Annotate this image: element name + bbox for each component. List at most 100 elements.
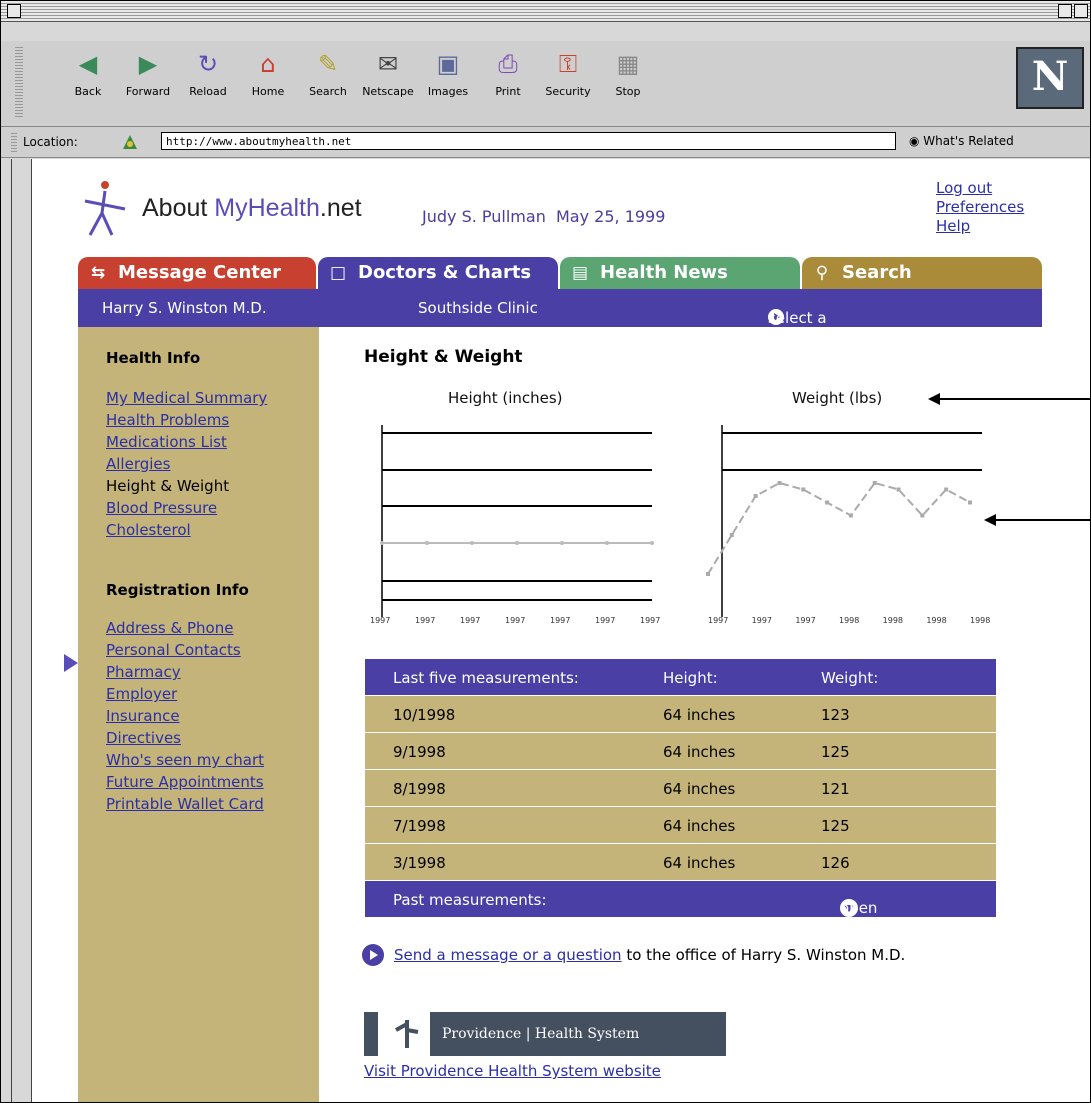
- x-tick-label: 1997: [595, 616, 615, 625]
- reload-icon: ↻: [197, 50, 219, 78]
- reg-address-phone[interactable]: Address & Phone: [106, 617, 264, 639]
- related-label: What's Related: [923, 134, 1014, 148]
- current-date: May 25, 1999: [556, 207, 666, 226]
- table-row: 10/1998 64 inches 123: [365, 696, 996, 733]
- netscape-logo[interactable]: N: [1016, 47, 1084, 109]
- height-point: [605, 541, 609, 545]
- health-allergies[interactable]: Allergies: [106, 453, 267, 475]
- toolbar-button-back[interactable]: ◀ Back: [57, 49, 119, 98]
- netscape-icon: ✉: [377, 50, 399, 78]
- home-icon: ⌂: [260, 50, 276, 78]
- send-message-link[interactable]: Send a message or a question: [394, 946, 622, 964]
- table-row: 7/1998 64 inches 125: [365, 807, 996, 844]
- back-icon: ◀: [78, 50, 98, 78]
- site-title-myhealth: MyHealth: [214, 194, 320, 222]
- zoom-box[interactable]: [1058, 4, 1072, 18]
- health-health-problems[interactable]: Health Problems: [106, 409, 267, 431]
- reg-employer[interactable]: Employer: [106, 683, 264, 705]
- location-grip[interactable]: [11, 133, 17, 153]
- collapse-box[interactable]: [1074, 4, 1088, 18]
- registration-info-list: Address & Phone Personal Contacts Pharmacy…: [106, 617, 264, 815]
- user-info: Judy S. Pullman May 25, 1999: [422, 207, 665, 226]
- close-box[interactable]: [7, 4, 21, 18]
- table-cell: 125: [821, 817, 850, 835]
- health-info-heading: Health Info: [106, 349, 201, 367]
- toolbar-button-forward[interactable]: ▶ Forward: [117, 49, 179, 98]
- news-icon: ▤: [571, 263, 589, 283]
- toolbar-button-home[interactable]: ⌂ Home: [237, 49, 299, 98]
- toolbar-button-print[interactable]: ⎙ Print: [477, 49, 539, 98]
- toolbar-button-reload[interactable]: ↻ Reload: [177, 49, 239, 98]
- health-height-weight[interactable]: Height & Weight: [106, 475, 267, 497]
- height-point: [425, 541, 429, 545]
- toolbar-button-search[interactable]: ✎ Search: [297, 49, 359, 98]
- reg-future-appointments[interactable]: Future Appointments: [106, 771, 264, 793]
- reg-insurance[interactable]: Insurance: [106, 705, 264, 727]
- reg-directives[interactable]: Directives: [106, 727, 264, 749]
- url-field[interactable]: http://www.aboutmyhealth.net: [161, 132, 896, 150]
- registration-info-heading: Registration Info: [106, 581, 249, 599]
- reg-pharmacy[interactable]: Pharmacy: [106, 661, 264, 683]
- providence-brand: Providence | Health System: [430, 1012, 726, 1056]
- table-header: Last five measurements: Height: Weight:: [365, 659, 996, 696]
- table-cell: 64 inches: [663, 854, 736, 872]
- related-icon: ◉: [909, 134, 924, 148]
- frame-scroll-rail: [11, 159, 30, 1102]
- send-message-rest: to the office of Harry S. Winston M.D.: [626, 946, 906, 964]
- weight-point: [944, 487, 949, 492]
- table-cell: 10/1998: [393, 706, 456, 724]
- measurements-table: Last five measurements: Height: Weight: …: [365, 659, 996, 953]
- health-medications-list[interactable]: Medications List: [106, 431, 267, 453]
- table-cell: 64 inches: [663, 706, 736, 724]
- tab-message-center[interactable]: ⇆ Message Center: [78, 257, 316, 289]
- toolbar-button-label: Reload: [189, 85, 227, 98]
- table-cell: 64 inches: [663, 817, 736, 835]
- x-tick-label: 1997: [708, 616, 728, 625]
- reg-personal-contacts[interactable]: Personal Contacts: [106, 639, 264, 661]
- weight-point: [729, 533, 734, 537]
- bookmark-icon[interactable]: [121, 133, 139, 151]
- reg-who-s-seen-my-chart[interactable]: Who's seen my chart: [106, 749, 264, 771]
- providence-banner[interactable]: Providence | Health System: [364, 1012, 726, 1056]
- title-bar[interactable]: [1, 1, 1090, 22]
- weight-point: [801, 487, 806, 492]
- toolbar-button-stop[interactable]: ▦ Stop: [597, 49, 659, 98]
- page-title: Height & Weight: [364, 347, 523, 367]
- providence-link[interactable]: Visit Providence Health System website: [364, 1062, 661, 1080]
- send-message-line: Send a message or a question to the offi…: [362, 944, 905, 966]
- arrow-right-icon: [362, 944, 384, 966]
- location-bar: Location: http://www.aboutmyhealth.net ◉…: [1, 127, 1090, 158]
- logout-link[interactable]: Log out: [936, 179, 1024, 198]
- browser-window: ◀ Back ▶ Forward ↻ Reload ⌂ Home ✎ Search ✉ Netscap…: [0, 0, 1091, 1103]
- col-header-weight: Weight:: [821, 669, 879, 687]
- tab-health-news[interactable]: ▤ Health News: [560, 257, 800, 289]
- height-point: [650, 541, 654, 545]
- health-my-medical-summary[interactable]: My Medical Summary: [106, 387, 267, 409]
- whats-related-button[interactable]: ◉ What's Related: [909, 134, 1014, 148]
- providence-logo-icon: [395, 1020, 419, 1048]
- height-point: [560, 541, 564, 545]
- site-title[interactable]: About MyHealth.net: [142, 194, 362, 223]
- x-tick-label: 1998: [883, 616, 903, 625]
- window-controls: [1058, 4, 1088, 18]
- user-name: Judy S. Pullman: [422, 207, 546, 226]
- toolbar-grip[interactable]: [15, 47, 23, 117]
- toolbar-button-security[interactable]: ⚿ Security: [537, 49, 599, 98]
- preferences-link[interactable]: Preferences: [936, 198, 1024, 217]
- weight-point: [920, 513, 925, 518]
- aboutmyhealth-logo-icon: [84, 181, 126, 236]
- tab-label: Message Center: [118, 262, 281, 283]
- location-label: Location:: [23, 135, 78, 149]
- images-icon: ▣: [436, 50, 460, 78]
- reg-printable-wallet-card[interactable]: Printable Wallet Card: [106, 793, 264, 815]
- table-cell: 64 inches: [663, 743, 736, 761]
- health-blood-pressure[interactable]: Blood Pressure: [106, 497, 267, 519]
- toolbar-button-netscape[interactable]: ✉ Netscape: [357, 49, 419, 98]
- help-link[interactable]: Help: [936, 217, 1024, 236]
- tab-doctors-charts[interactable]: □ Doctors & Charts: [318, 257, 558, 289]
- toolbar-button-images[interactable]: ▣ Images: [417, 49, 479, 98]
- weight-point: [896, 487, 901, 492]
- health-cholesterol[interactable]: Cholesterol: [106, 519, 267, 541]
- tab-search[interactable]: ⚲ Search: [802, 257, 1042, 289]
- x-tick-label: 1997: [752, 616, 772, 625]
